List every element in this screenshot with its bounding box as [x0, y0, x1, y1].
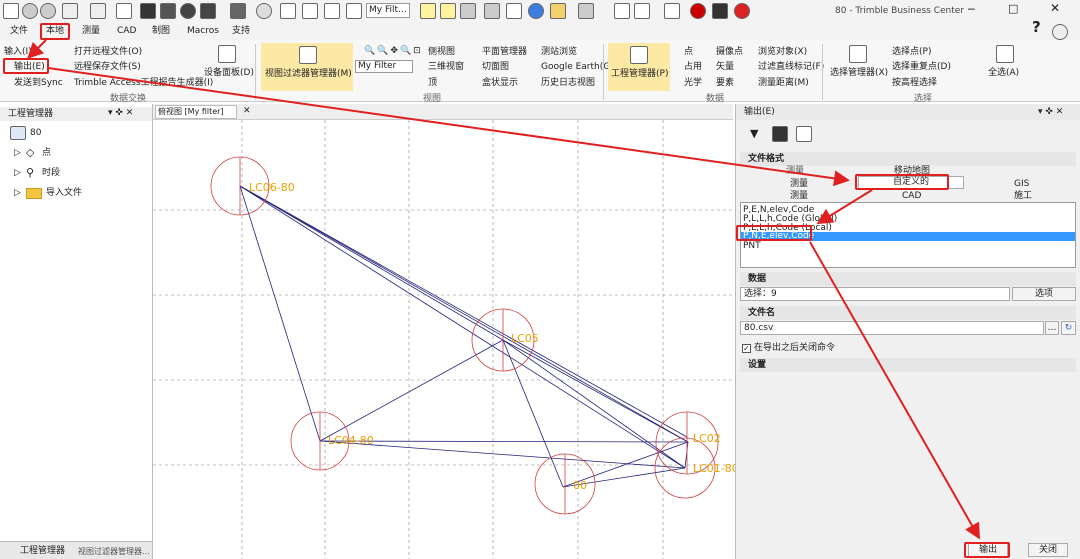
annotation-arrows: [27, 39, 980, 540]
